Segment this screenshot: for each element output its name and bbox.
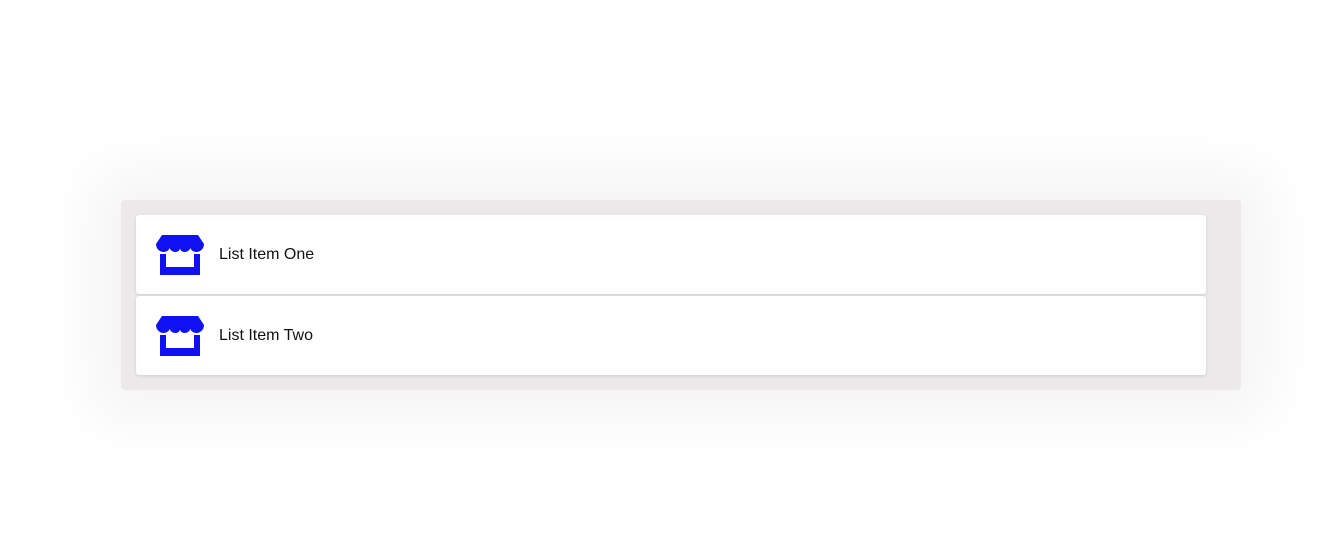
list-container: List Item One List Item Two xyxy=(121,200,1241,390)
store-icon xyxy=(156,234,204,275)
list-item-label: List Item Two xyxy=(219,326,313,344)
list-item-label: List Item One xyxy=(219,245,315,263)
list-item-two[interactable]: List Item Two xyxy=(136,296,1206,375)
list-item-one[interactable]: List Item One xyxy=(136,215,1206,294)
store-icon xyxy=(156,315,204,356)
